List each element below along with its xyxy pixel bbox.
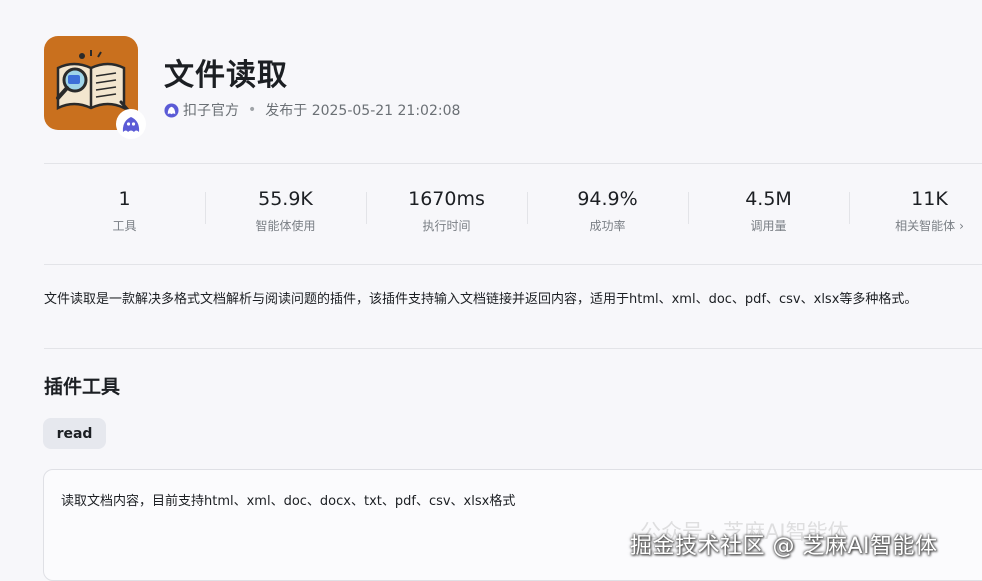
- publish-time: 发布于 2025-05-21 21:02:08: [265, 103, 461, 119]
- stat-related-agents[interactable]: 11K 相关智能体 ›: [849, 186, 982, 242]
- stat-label: 成功率: [589, 219, 626, 233]
- stat-label: 工具: [112, 219, 137, 233]
- divider: [44, 348, 982, 349]
- tool-description: 读取文档内容，目前支持html、xml、doc、docx、txt、pdf、csv…: [61, 494, 516, 509]
- tools-section-title: 插件工具: [44, 376, 121, 398]
- watermark: 掘金技术社区 @ 芝麻AI智能体: [630, 534, 938, 559]
- stat-value: 4.5M: [745, 188, 792, 210]
- stat-value: 94.9%: [577, 188, 638, 210]
- plugin-description: 文件读取是一款解决多格式文档解析与阅读问题的插件，该插件支持输入文档链接并返回内…: [44, 292, 918, 307]
- divider: [44, 163, 982, 164]
- stat-exec-time: 1670ms 执行时间: [366, 186, 527, 242]
- stat-agent-usage: 55.9K 智能体使用: [205, 186, 366, 242]
- meta-separator: •: [248, 102, 257, 118]
- plugin-meta: 扣子官方 • 发布于 2025-05-21 21:02:08: [164, 100, 460, 120]
- stat-label: 执行时间: [422, 219, 471, 233]
- tool-tab-read[interactable]: read: [43, 418, 106, 449]
- author-name[interactable]: 扣子官方: [183, 100, 239, 120]
- stat-label: 相关智能体: [895, 219, 956, 233]
- stat-label: 调用量: [750, 219, 787, 233]
- stat-value: 1: [118, 188, 131, 210]
- stat-success-rate: 94.9% 成功率: [527, 186, 688, 242]
- stat-tools: 1 工具: [44, 186, 205, 242]
- divider: [44, 264, 982, 265]
- coze-author-icon: [164, 102, 179, 118]
- coze-bot-icon: [116, 109, 146, 139]
- stat-value: 1670ms: [408, 188, 485, 210]
- stat-label: 智能体使用: [255, 219, 316, 233]
- plugin-title: 文件读取: [164, 58, 288, 93]
- stats-bar: 1 工具 55.9K 智能体使用 1670ms 执行时间 94.9% 成功率 4…: [44, 186, 982, 242]
- stat-call-count: 4.5M 调用量: [688, 186, 849, 242]
- stat-value: 55.9K: [258, 188, 313, 210]
- related-agents-link[interactable]: 相关智能体 ›: [849, 217, 982, 234]
- chevron-right-icon: ›: [959, 219, 964, 233]
- stat-value: 11K: [911, 188, 948, 210]
